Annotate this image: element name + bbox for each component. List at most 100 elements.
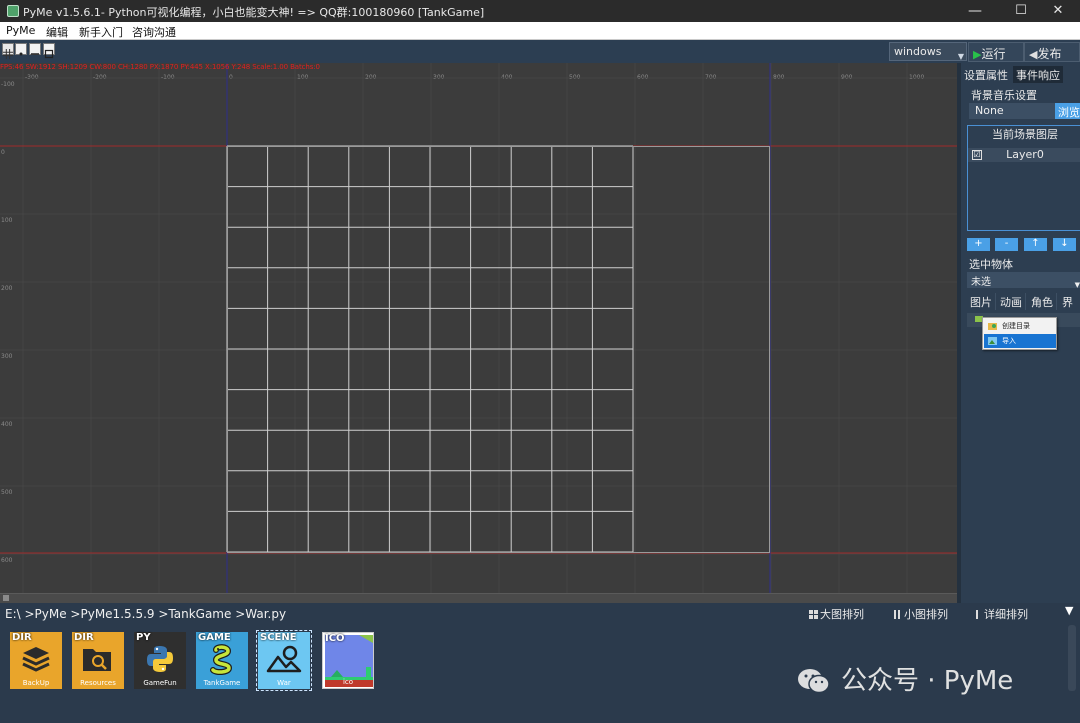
ruler-y-label: 500 xyxy=(1,489,13,496)
bgm-field[interactable]: None xyxy=(969,103,1055,119)
dropdown-arrow-icon: ▼ xyxy=(957,52,964,61)
large-icons-icon xyxy=(809,609,818,619)
ruler-y-label: 200 xyxy=(1,285,13,292)
ruler-y-label: -100 xyxy=(1,81,15,88)
menu-pyme[interactable]: PyMe xyxy=(6,24,35,37)
create-folder-label: 创建目录 xyxy=(1002,322,1030,330)
ruler-y-label: 600 xyxy=(1,557,13,564)
run-button[interactable]: ▶运行 xyxy=(968,42,1024,62)
run-label: 运行 xyxy=(981,47,1006,61)
context-menu: 创建目录 导入 xyxy=(982,317,1057,350)
tab-properties[interactable]: 设置属性 xyxy=(961,66,1011,83)
watermark-text: 公众号 · PyMe xyxy=(841,666,1014,696)
title-bar: PyMe v1.5.6.1- Python可视化编程，小白也能变大神! => Q… xyxy=(0,0,1080,22)
tab-ui[interactable]: 界面 xyxy=(1059,293,1080,325)
splitter-handle-icon xyxy=(3,595,9,601)
file-type-tag: ICO xyxy=(325,633,345,644)
tab-characters[interactable]: 角色 xyxy=(1028,293,1057,310)
file-tile-backup[interactable]: DIR BackUp xyxy=(10,632,62,689)
collapse-arrow-icon[interactable]: ▼ xyxy=(1065,604,1073,617)
file-tile-gamefun[interactable]: PY GameFun xyxy=(134,632,186,689)
menu-beginner[interactable]: 新手入门 xyxy=(79,24,123,40)
add-layer-button[interactable]: + xyxy=(967,238,990,251)
scene-bounds xyxy=(227,146,770,553)
import-icon xyxy=(988,337,997,345)
menu-consult[interactable]: 咨询沟通 xyxy=(132,24,176,40)
file-type-tag: GAME xyxy=(198,632,231,643)
platform-value: windows xyxy=(894,45,942,58)
file-tile-war[interactable]: SCENE War xyxy=(256,630,312,691)
file-tile-resources[interactable]: DIR Resources xyxy=(72,632,124,689)
file-name: War xyxy=(277,679,291,687)
details-icon xyxy=(973,609,982,619)
menu-import[interactable]: 导入 xyxy=(984,334,1056,348)
import-label: 导入 xyxy=(1002,337,1016,345)
point-tool-icon[interactable] xyxy=(15,43,27,56)
menu-create-folder[interactable]: 创建目录 xyxy=(984,319,1056,333)
dropdown-arrow-icon: ▼ xyxy=(1074,281,1080,289)
app-icon xyxy=(7,5,19,17)
snake-icon xyxy=(210,644,233,676)
file-type-tag: DIR xyxy=(74,632,94,643)
tab-events[interactable]: 事件响应 xyxy=(1013,66,1063,83)
grid-toggle-icon[interactable] xyxy=(2,43,14,59)
move-layer-down-button[interactable]: ↓ xyxy=(1053,238,1076,251)
file-type-tag: PY xyxy=(136,632,151,643)
selected-object-value: 未选 xyxy=(971,277,991,288)
file-name: TankGame xyxy=(203,679,241,687)
platform-select[interactable]: windows ▼ xyxy=(889,42,967,61)
view-details[interactable]: 详细排列 xyxy=(973,606,1028,622)
ruler-y-label: 100 xyxy=(1,217,13,224)
tab-images[interactable]: 图片 xyxy=(967,293,996,310)
file-type-tag: DIR xyxy=(12,632,32,643)
view-small-icons[interactable]: 小图排列 xyxy=(893,606,948,622)
selected-object-label: 选中物体 xyxy=(969,258,1013,271)
minimize-button-visible[interactable]: — xyxy=(952,0,998,22)
scene-canvas[interactable]: -300-200-1000100200300400500600700800900… xyxy=(0,63,957,593)
small-icons-icon xyxy=(893,609,902,619)
layer-name: Layer0 xyxy=(1006,148,1044,161)
layers-list: 当前场景图层 ☑ Layer0 xyxy=(967,125,1080,231)
file-browser-scrollbar[interactable] xyxy=(1068,625,1076,691)
menu-bar: PyMe 编辑 新手入门 咨询沟通 xyxy=(0,22,1080,40)
ruler-y-label: 0 xyxy=(1,149,5,156)
file-name: GameFun xyxy=(143,679,177,687)
tab-animations[interactable]: 动画 xyxy=(997,293,1026,310)
menu-edit[interactable]: 编辑 xyxy=(46,24,68,40)
layer-row[interactable]: ☑ Layer0 xyxy=(968,148,1080,162)
file-tile-ico[interactable]: ICO ico xyxy=(322,632,374,689)
landscape-icon xyxy=(266,645,302,673)
file-path-breadcrumb: E:\ >PyMe >PyMe1.5.5.9 >TankGame >War.py xyxy=(5,607,287,621)
window-title: PyMe v1.5.6.1- Python可视化编程，小白也能变大神! => Q… xyxy=(23,6,485,19)
remove-layer-button[interactable]: - xyxy=(995,238,1018,251)
stack-icon xyxy=(22,647,50,672)
new-folder-icon xyxy=(988,323,997,330)
selected-object-select[interactable]: 未选 ▼ xyxy=(967,272,1080,289)
file-name: Resources xyxy=(80,679,116,687)
file-type-tag: SCENE xyxy=(260,632,297,643)
folder-search-icon xyxy=(83,649,111,671)
file-tile-tankgame[interactable]: GAME TankGame xyxy=(196,632,248,689)
ruler-y-label: 400 xyxy=(1,421,13,428)
rect-tool-icon[interactable] xyxy=(43,43,55,59)
browse-button[interactable]: 浏览 xyxy=(1055,103,1080,119)
view-large-label: 大图排列 xyxy=(820,608,864,621)
python-icon xyxy=(147,646,173,672)
bgm-label: 背景音乐设置 xyxy=(971,89,1037,102)
move-layer-up-button[interactable]: ↑ xyxy=(1024,238,1047,251)
wechat-icon xyxy=(798,669,830,694)
publish-label: 发布 xyxy=(1037,47,1062,61)
file-name: ico xyxy=(342,678,354,686)
ruler-y-label: 300 xyxy=(1,353,13,360)
canvas-status-text: FPS:46 SW:1912 SH:1209 CW:800 CH:1280 PX… xyxy=(0,63,320,71)
watermark: 公众号 · PyMe xyxy=(797,660,1013,697)
view-large-icons[interactable]: 大图排列 xyxy=(809,606,864,622)
line-tool-icon[interactable] xyxy=(29,43,41,55)
layers-title: 当前场景图层 xyxy=(992,128,1058,141)
view-details-label: 详细排列 xyxy=(984,608,1028,621)
horizontal-splitter[interactable] xyxy=(0,593,957,603)
file-name: BackUp xyxy=(22,679,50,687)
close-button[interactable]: ✕ xyxy=(1036,0,1080,22)
view-small-label: 小图排列 xyxy=(904,608,948,621)
publish-button[interactable]: ◀发布 xyxy=(1024,42,1080,62)
